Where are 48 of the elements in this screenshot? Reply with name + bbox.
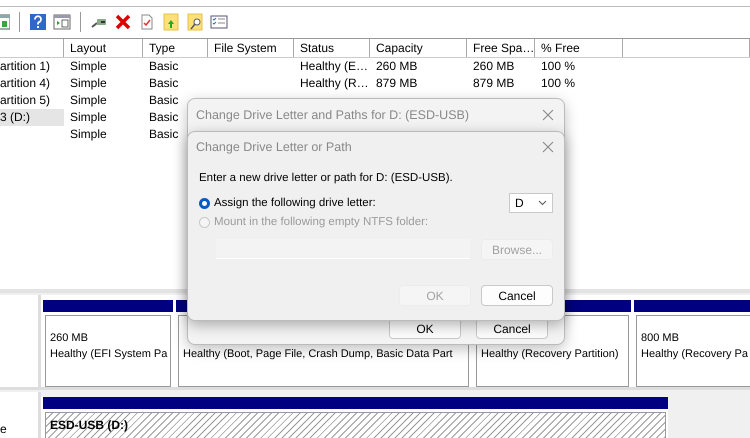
table-cell-text: Basic	[148, 126, 180, 143]
table-cell[interactable]: artition 1)	[0, 58, 64, 75]
window-icon[interactable]	[0, 13, 10, 31]
table-cell-text: 100 %	[540, 58, 576, 75]
table-cell[interactable]: artition 5)	[0, 92, 64, 109]
table-cell-text: Healthy (R…	[299, 75, 370, 92]
table-cell-text: 879 MB	[472, 75, 516, 92]
partition-block[interactable]: ESD-USB (D:)	[45, 412, 666, 438]
radio-button[interactable]: Assign the following drive letter:	[199, 197, 376, 209]
table-cell-text: Simple	[69, 126, 108, 143]
table-cell-text: Simple	[69, 75, 108, 92]
table-cell-text: Simple	[69, 109, 108, 126]
table-cell-text: Simple	[69, 58, 108, 75]
disk-label: e	[0, 422, 7, 436]
table-cell-text: 260 MB	[472, 58, 516, 75]
table-cell-text: Healthy (E…	[299, 58, 370, 75]
table-cell[interactable]: 3 (D:)	[0, 109, 64, 126]
table-cell-text: Basic	[148, 92, 180, 109]
prompt-text: Enter a new drive letter or path for D: (ESD-USB).	[199, 172, 454, 186]
partition-status: Healthy (Recovery Pa	[641, 347, 749, 362]
folder-up-icon[interactable]	[162, 13, 180, 31]
table-cell-text: 260 MB	[375, 58, 418, 75]
table-cell-text: Basic	[148, 58, 180, 75]
close-icon[interactable]	[542, 141, 554, 153]
chevron-down-icon	[538, 200, 547, 206]
table-cell[interactable]: artition 4)	[0, 75, 64, 92]
partition-size: 800 MB	[641, 331, 680, 346]
partition-block[interactable]: 260 MB Healthy (EFI System Pa	[45, 315, 171, 387]
partition-status: Healthy (Recovery Partition)	[481, 347, 620, 362]
table-cell-text: Simple	[69, 92, 108, 109]
window-icon[interactable]	[53, 13, 71, 31]
help-icon[interactable]	[29, 13, 47, 31]
partition-name: ESD-USB (D:)	[50, 417, 129, 433]
checklist-icon[interactable]	[210, 13, 228, 31]
table-cell-text: 879 MB	[375, 75, 418, 92]
delete-icon[interactable]	[114, 13, 132, 31]
folder-search-icon[interactable]	[186, 13, 204, 31]
partition-size: 260 MB	[50, 331, 89, 346]
dialog-title: Change Drive Letter and Paths for D: (ESD-USB)	[196, 108, 470, 122]
table-cell-text: Basic	[148, 75, 180, 92]
dialog-title: Change Drive Letter or Path	[196, 140, 352, 154]
drive-letter-dropdown[interactable]: D	[509, 193, 553, 213]
dialog-button[interactable]: Cancel	[481, 285, 553, 306]
close-icon[interactable]	[542, 109, 554, 121]
partition-status: Healthy (Boot, Page File, Crash Dump, Basic Data Part	[183, 347, 454, 362]
table-cell-text: 100 %	[540, 75, 576, 92]
partition-status: Healthy (EFI System Pa	[50, 347, 168, 362]
partition-block[interactable]: 800 MB Healthy (Recovery Pa	[636, 315, 750, 387]
